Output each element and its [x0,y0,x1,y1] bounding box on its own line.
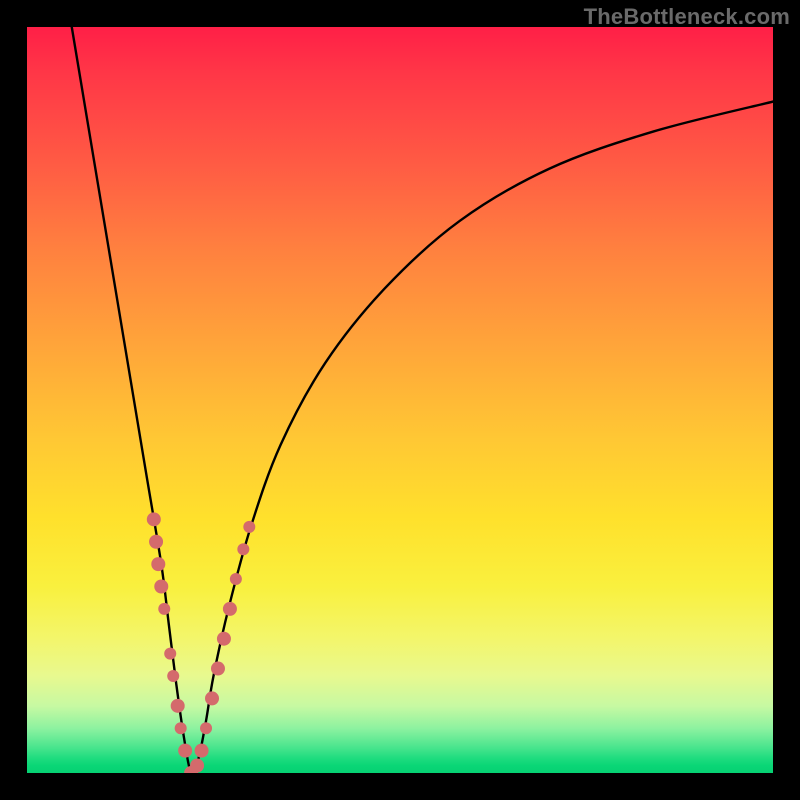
curve-marker [158,603,170,615]
curve-marker [223,602,237,616]
curve-marker [230,573,242,585]
curve-layer [27,27,773,773]
curve-marker [164,648,176,660]
curve-marker [211,662,225,676]
bottleneck-curve [72,27,773,773]
curve-marker [178,744,192,758]
curve-markers [147,512,255,773]
chart-frame: TheBottleneck.com [0,0,800,800]
curve-marker [171,699,185,713]
curve-marker [205,691,219,705]
curve-marker [175,722,187,734]
curve-marker [190,759,204,773]
curve-marker [195,744,209,758]
curve-marker [151,557,165,571]
curve-marker [154,580,168,594]
curve-marker [167,670,179,682]
watermark-text: TheBottleneck.com [584,4,790,30]
plot-area [27,27,773,773]
curve-marker [147,512,161,526]
curve-marker [237,543,249,555]
curve-marker [217,632,231,646]
curve-marker [243,521,255,533]
curve-marker [149,535,163,549]
curve-marker [200,722,212,734]
